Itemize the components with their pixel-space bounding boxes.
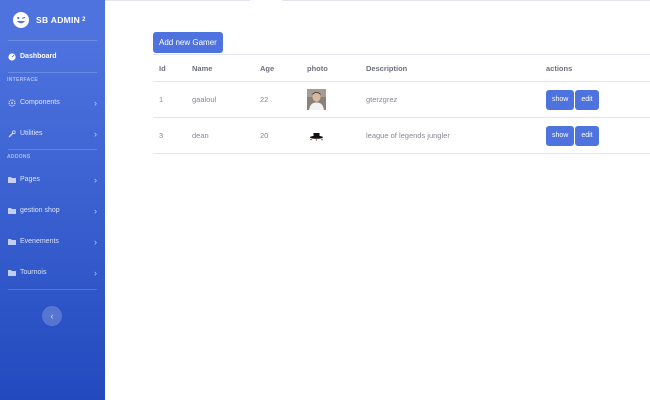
- edit-button[interactable]: edit: [575, 125, 599, 146]
- brand-name: SB ADMIN: [36, 15, 81, 25]
- show-button[interactable]: show: [546, 125, 575, 146]
- folder-icon: [7, 268, 17, 278]
- cell-photo: [301, 118, 360, 154]
- wrench-icon: [7, 129, 17, 139]
- cell-actions: show edit: [540, 118, 650, 154]
- cell-age: 22: [260, 95, 269, 104]
- sidebar-brand[interactable]: SB ADMIN 2: [0, 0, 105, 40]
- table-row: 3 dean 20 league of legends jungler show…: [153, 118, 650, 154]
- sidebar: SB ADMIN 2 Dashboard INTERFACE Components…: [0, 0, 105, 400]
- table-row: 1 gaaloul 22 gterzgrez show edit: [153, 82, 650, 118]
- sidebar-item-utilities[interactable]: Utilities ›: [0, 118, 105, 149]
- cell-id: 1: [159, 95, 164, 104]
- sidebar-item-label: Tournois: [20, 269, 47, 276]
- topbar-border-gap: [250, 0, 282, 1]
- chevron-right-icon: ›: [94, 174, 97, 185]
- folder-icon: [7, 206, 17, 216]
- cell-name: gaaloul: [192, 95, 217, 104]
- gear-icon: [7, 98, 17, 108]
- sidebar-item-tournois[interactable]: Tournois ›: [0, 257, 105, 288]
- chevron-left-icon: ‹: [50, 311, 54, 321]
- chevron-right-icon: ›: [94, 205, 97, 216]
- topbar-border: [105, 0, 650, 1]
- cell-actions: show edit: [540, 82, 650, 118]
- column-header-description: Description: [366, 63, 408, 73]
- sidebar-item-label: Components: [20, 99, 60, 106]
- cell-description: league of legends jungler: [366, 131, 450, 140]
- table-header-row: Id Name Age photo Description actions: [153, 54, 650, 82]
- column-header-id: Id: [159, 63, 166, 73]
- brand-superscript: 2: [82, 17, 86, 23]
- sidebar-item-components[interactable]: Components ›: [0, 87, 105, 118]
- sidebar-item-label: Dashboard: [20, 53, 57, 60]
- folder-icon: [7, 175, 17, 185]
- person-photo: [307, 89, 326, 110]
- sidebar-item-pages[interactable]: Pages ›: [0, 164, 105, 195]
- sidebar-item-label: Pages: [20, 176, 40, 183]
- column-header-photo: photo: [307, 63, 328, 73]
- sidebar-divider: [8, 289, 97, 290]
- sidebar-item-label: Evenements: [20, 238, 59, 245]
- tachometer-icon: [7, 52, 17, 62]
- hat-photo: [307, 125, 326, 146]
- folder-icon: [7, 237, 17, 247]
- gamers-table: Id Name Age photo Description actions 1 …: [153, 54, 650, 154]
- cell-id: 3: [159, 131, 164, 140]
- sidebar-item-dashboard[interactable]: Dashboard: [0, 41, 105, 72]
- cell-description: gterzgrez: [366, 95, 398, 104]
- chevron-right-icon: ›: [94, 267, 97, 278]
- column-header-age: Age: [260, 63, 275, 73]
- sidebar-heading-addons: ADDONS: [7, 154, 31, 160]
- chevron-right-icon: ›: [94, 236, 97, 247]
- cell-age: 20: [260, 131, 269, 140]
- column-header-actions: actions: [546, 63, 573, 73]
- sidebar-toggle-button[interactable]: ‹: [42, 306, 62, 326]
- sidebar-item-label: gestion shop: [20, 207, 60, 214]
- chevron-right-icon: ›: [94, 128, 97, 139]
- sidebar-item-evenements[interactable]: Evenements ›: [0, 226, 105, 257]
- sidebar-heading-interface: INTERFACE: [7, 77, 39, 83]
- cell-photo: [301, 82, 360, 118]
- edit-button[interactable]: edit: [575, 89, 599, 110]
- sidebar-item-label: Utilities: [20, 130, 43, 137]
- add-gamer-button[interactable]: Add new Gamer: [153, 32, 223, 53]
- laugh-wink-icon: [12, 11, 30, 29]
- sidebar-item-gestion-shop[interactable]: gestion shop ›: [0, 195, 105, 226]
- show-button[interactable]: show: [546, 89, 575, 110]
- chevron-right-icon: ›: [94, 97, 97, 108]
- column-header-name: Name: [192, 63, 213, 73]
- cell-name: dean: [192, 131, 209, 140]
